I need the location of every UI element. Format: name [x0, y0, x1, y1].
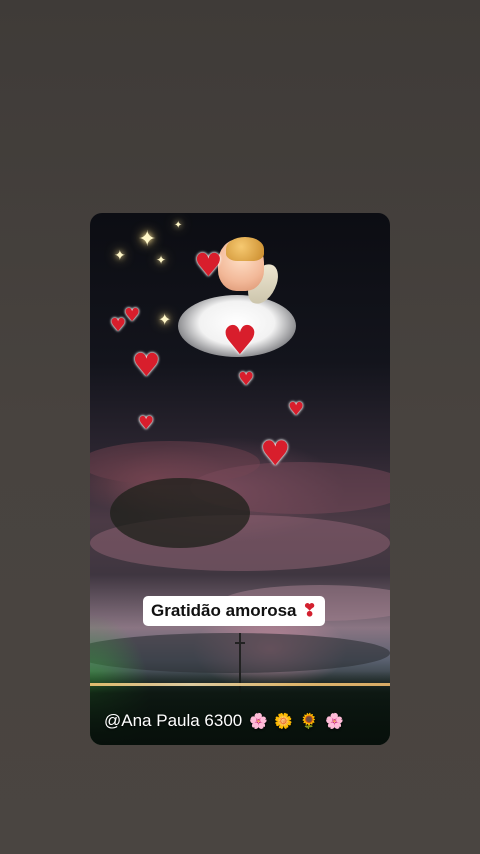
- cupid-hair: [226, 237, 264, 261]
- caption-text: Gratidão amorosa: [151, 601, 297, 620]
- cherry-blossom-icon: 🌸: [248, 713, 268, 730]
- heart-icon: ♥: [238, 369, 255, 390]
- heart-icon: ♥: [194, 246, 223, 284]
- sunflower-icon: 🌻: [299, 713, 319, 730]
- watermark-text: @Ana Paula 6300: [104, 711, 243, 730]
- heart-icon: ♥: [124, 305, 141, 326]
- heart-icon: ♥: [288, 399, 305, 420]
- sparkle-icon: ✦: [114, 248, 126, 264]
- heart-icon: ♥: [222, 318, 258, 364]
- sparkle-icon: ✦: [156, 253, 167, 267]
- heart-icon: ♥: [132, 346, 161, 384]
- heart-icon: ♥: [138, 413, 155, 434]
- story-caption[interactable]: Gratidão amorosa ❣: [143, 596, 325, 626]
- cherry-blossom-icon: 🌸: [325, 713, 344, 730]
- sparkle-icon: ✦: [174, 220, 183, 231]
- blossom-icon: 🌼: [274, 713, 294, 730]
- sparkle-icon: ✦: [158, 310, 172, 329]
- heart-icon: ♥: [260, 434, 291, 474]
- author-watermark: @Ana Paula 6300 🌸 🌼 🌻 🌸: [104, 711, 344, 731]
- heart-exclamation-icon: ❣: [302, 601, 317, 620]
- sparkle-icon: ✦: [138, 227, 157, 252]
- city-light-strip: [90, 683, 390, 686]
- story-viewer: ✦ ✦ ✦ ✦ ✦ ♥ ♥ ♥ ♥ ♥ ♥ ♥ ♥ ♥ Gratidão amo…: [0, 0, 480, 854]
- story-image-card[interactable]: ✦ ✦ ✦ ✦ ✦ ♥ ♥ ♥ ♥ ♥ ♥ ♥ ♥ ♥ Gratidão amo…: [90, 213, 390, 745]
